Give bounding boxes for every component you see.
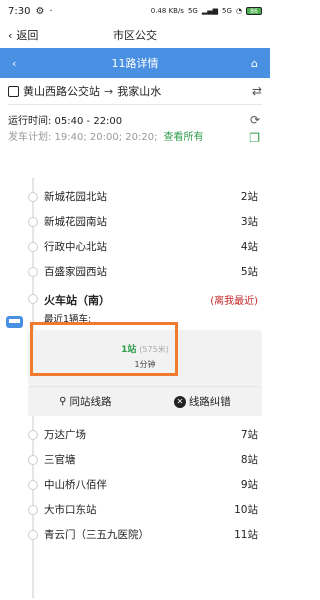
station-list: 新城花园北站 2站 新城花园南站 3站 行政中心北站 4站 百盛家园西站 5站 … (0, 170, 270, 547)
station-dot (28, 529, 38, 540)
station-name: 百盛家园西站 (44, 266, 107, 278)
station-dot (28, 191, 38, 202)
station-name: 新城花园南站 (44, 216, 107, 228)
close-circle-icon: ✕ (173, 395, 186, 408)
station-name: 大市口东站 (44, 504, 97, 516)
status-bar: 7:30 ⚙ · 0.48 KB/s 5G ▂▄▆ 5G ◔ 86 (0, 0, 270, 22)
back-label: 返回 (16, 29, 39, 42)
station-dot (28, 504, 38, 515)
correct-route-label: 线路纠错 (188, 396, 231, 408)
lower-stations: 万达广场 7站 三官塘 8站 中山桥八佰伴 9站 大市口东站 10站 青云门（三… (0, 422, 270, 547)
bus-icon (8, 85, 19, 97)
station-dot (28, 454, 38, 465)
run-time: 运行时间: 05:40 - 22:00 (8, 115, 123, 127)
chevron-left-icon: ‹ (8, 28, 13, 42)
station-dot (28, 294, 38, 304)
battery-icon: 86 (246, 7, 262, 15)
stops-away: 1站 (121, 345, 137, 355)
direction-from: 黄山西路公交站 (23, 85, 100, 98)
signal-label-1: 5G (187, 7, 198, 15)
station-name: 三官塘 (44, 454, 76, 466)
direction-arrow: → (104, 84, 114, 98)
copy-icon[interactable]: ❐ (249, 131, 260, 145)
station-name: 万达广场 (44, 429, 86, 441)
minutes-away: 1分钟 (134, 360, 156, 369)
route-back-icon[interactable]: ‹ (12, 57, 16, 70)
station-count: 11站 (234, 529, 258, 541)
current-station[interactable]: 火车站（南） 最近1辆车: (离我最近) (0, 284, 270, 328)
station-item[interactable]: 万达广场 7站 (0, 422, 270, 447)
station-name: 行政中心北站 (44, 241, 107, 253)
station-item[interactable]: 三官塘 8站 (0, 447, 270, 472)
back-button[interactable]: ‹ 返回 (8, 27, 38, 43)
distance: (575米) (139, 345, 169, 354)
station-item[interactable]: 新城花园北站 2站 (0, 184, 270, 209)
station-item[interactable]: 新城花园南站 3站 (0, 209, 270, 234)
station-dot (28, 479, 38, 490)
wifi-icon: ◔ (235, 7, 242, 15)
clock: 7:30 (8, 5, 31, 17)
refresh-icon[interactable]: ⟳ (250, 113, 260, 127)
station-actions: ⚲ 同站线路 ✕ 线路纠错 (28, 386, 262, 416)
station-count: 5站 (240, 266, 258, 278)
station-name: 中山桥八佰伴 (44, 479, 107, 491)
direction-to: 我家山水 (117, 85, 162, 98)
direction-row: 黄山西路公交站 → 我家山水 ⇄ (0, 78, 270, 104)
departure-plan: 发车计划: 19:40; 20:00; 20:20; (8, 131, 158, 143)
station-count: 9站 (240, 479, 258, 491)
same-station-button[interactable]: ⚲ 同站线路 (59, 394, 111, 409)
page-title: 市区公交 (113, 29, 157, 42)
station-dot (28, 216, 38, 227)
station-item[interactable]: 百盛家园西站 5站 (0, 259, 270, 284)
signal-label-2: 5G (222, 7, 232, 15)
station-name: 青云门（三五九医院） (44, 529, 149, 541)
station-dot (28, 241, 38, 252)
view-all-link[interactable]: 查看所有 (163, 128, 203, 143)
station-item[interactable]: 中山桥八佰伴 9站 (0, 472, 270, 497)
route-icon: ⚲ (59, 396, 67, 407)
bus-position-icon (6, 316, 23, 328)
schedule-block: 运行时间: 05:40 - 22:00 发车计划: 19:40; 20:00; … (0, 105, 270, 145)
station-count: 4站 (240, 241, 258, 253)
station-dot (28, 429, 38, 440)
list-top-spacer (0, 170, 270, 184)
swap-direction-icon[interactable]: ⇄ (252, 84, 262, 98)
station-dot (28, 266, 38, 277)
app-header: ‹ 返回 市区公交 (0, 22, 270, 48)
correct-route-button[interactable]: ✕ 线路纠错 (173, 394, 231, 409)
station-count: 3站 (240, 216, 258, 228)
station-item[interactable]: 青云门（三五九医院） 11站 (0, 522, 270, 547)
station-name: 新城花园北站 (44, 191, 107, 203)
station-count: 2站 (240, 191, 258, 203)
notification-dot-icon: · (49, 5, 53, 17)
station-count: 10站 (234, 504, 258, 516)
route-title: 11路详情 (111, 57, 159, 70)
notification-icon: ⚙ (35, 5, 45, 17)
station-item[interactable]: 大市口东站 10站 (0, 497, 270, 522)
recent-bus-label: 最近1辆车: (44, 314, 92, 325)
station-count: 7站 (240, 429, 258, 441)
station-item[interactable]: 行政中心北站 4站 (0, 234, 270, 259)
route-header: ‹ 11路详情 ⌂ (0, 48, 270, 78)
station-count: 8站 (240, 454, 258, 466)
same-station-label: 同站线路 (69, 396, 112, 408)
nearest-badge: (离我最近) (210, 296, 258, 307)
share-icon[interactable]: ⌂ (251, 57, 258, 70)
signal-icon: ▂▄▆ (201, 7, 218, 15)
arrival-info: 1站 (575米) 1分钟 (28, 330, 262, 386)
battery-level: 86 (250, 7, 258, 15)
network-speed: 0.48 KB/s (150, 7, 184, 15)
